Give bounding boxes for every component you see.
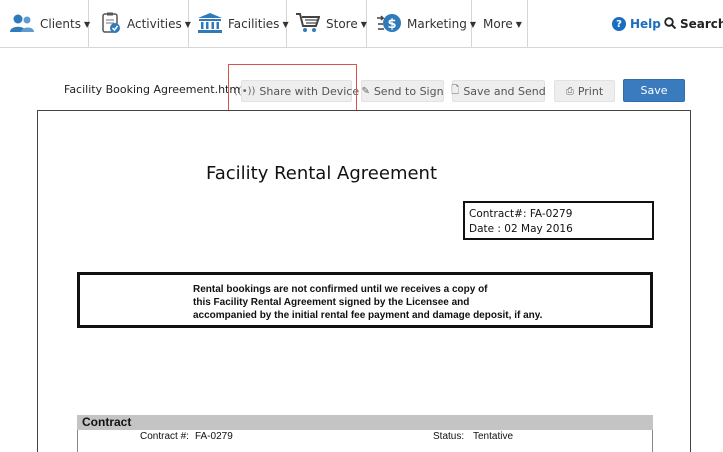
users-icon: [10, 13, 34, 36]
print-label: Print: [577, 84, 604, 98]
contract-number-label: Contract #:: [140, 431, 189, 442]
nav-store-label: Store: [326, 17, 358, 31]
contract-info-box: Contract#: FA-0279 Date : 02 May 2016: [463, 201, 654, 240]
chevron-down-icon: ▼: [360, 19, 367, 29]
nav-facilities-label: Facilities: [228, 17, 280, 31]
building-icon: [198, 12, 222, 36]
help-icon: ?: [612, 17, 626, 31]
search-link[interactable]: Search: [664, 0, 723, 48]
print-button[interactable]: ⎙ Print: [554, 80, 615, 102]
nav-marketing-label: Marketing: [407, 17, 467, 31]
nav-activities[interactable]: Activities ▼: [89, 0, 191, 48]
save-send-label: Save and Send: [463, 84, 546, 98]
marketing-dollar-icon: $: [377, 12, 401, 37]
contract-number: Contract#: FA-0279: [469, 208, 573, 220]
notice-line: Rental bookings are not confirmed until …: [193, 284, 488, 295]
contract-section-header: Contract: [77, 415, 653, 430]
chevron-down-icon: ▼: [515, 19, 522, 29]
notice-line: accompanied by the initial rental fee pa…: [193, 310, 543, 321]
notice-box: Rental bookings are not confirmed until …: [77, 272, 653, 328]
top-navigation: Clients ▼ Activities ▼ Facilities ▼ Store ▼ …: [0, 0, 723, 48]
file-name: Facility Booking Agreement.html: [64, 83, 244, 96]
send-sign-label: Send to Sign: [373, 84, 444, 98]
cart-icon: [296, 12, 321, 37]
nav-facilities[interactable]: Facilities ▼: [189, 0, 289, 48]
search-icon: [664, 16, 677, 32]
edit-icon: ✎: [361, 85, 370, 97]
broadcast-icon: ((•)): [233, 85, 256, 97]
nav-more-label: More: [483, 17, 513, 31]
clipboard-check-icon: [101, 12, 121, 37]
help-label: Help: [630, 17, 661, 31]
status-label: Status:: [433, 431, 465, 442]
share-with-device-button[interactable]: ((•)) Share with Device: [234, 80, 359, 102]
notice-line: this Facility Rental Agreement signed by…: [193, 297, 470, 308]
nav-activities-label: Activities: [127, 17, 182, 31]
nav-clients-label: Clients: [40, 17, 81, 31]
send-to-sign-button[interactable]: ✎ Send to Sign: [361, 80, 444, 102]
help-link[interactable]: ? Help: [612, 0, 661, 48]
document-title: Facility Rental Agreement: [206, 163, 438, 184]
nav-clients[interactable]: Clients ▼: [0, 0, 90, 48]
nav-more[interactable]: More ▼: [472, 0, 528, 48]
nav-marketing[interactable]: $ Marketing ▼: [367, 0, 476, 48]
nav-store[interactable]: Store ▼: [287, 0, 367, 48]
file-icon: 🗋: [451, 84, 460, 96]
svg-text:$: $: [387, 17, 396, 32]
search-label: Search: [680, 17, 723, 31]
printer-icon: ⎙: [565, 85, 574, 97]
contract-number-value: FA-0279: [195, 431, 233, 442]
contract-date: Date : 02 May 2016: [469, 223, 573, 235]
save-and-send-button[interactable]: 🗋 Save and Send: [451, 80, 546, 102]
save-button[interactable]: Save: [623, 79, 685, 102]
share-label: Share with Device: [259, 84, 360, 98]
status-value: Tentative: [473, 431, 514, 442]
